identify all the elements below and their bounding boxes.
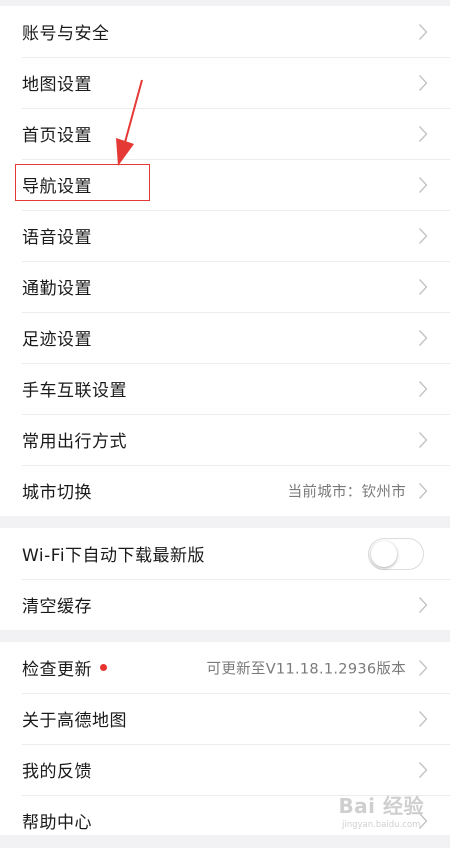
bottom-edge xyxy=(0,835,450,848)
settings-item-clear-cache[interactable]: 清空缓存 xyxy=(0,579,450,630)
chevron-right-icon xyxy=(418,596,428,613)
settings-item-wifi-auto-download: Wi-Fi下自动下载最新版 xyxy=(0,528,450,579)
chevron-right-icon xyxy=(418,176,428,193)
settings-item-label: 关于高德地图 xyxy=(22,711,127,731)
settings-item-label: 常用出行方式 xyxy=(22,432,127,452)
settings-item-commute-settings[interactable]: 通勤设置 xyxy=(0,261,450,312)
settings-item-label: 语音设置 xyxy=(22,228,92,248)
settings-item-car-link-settings[interactable]: 手车互联设置 xyxy=(0,363,450,414)
settings-item-about[interactable]: 关于高德地图 xyxy=(0,693,450,744)
chevron-right-icon xyxy=(418,380,428,397)
settings-item-label: 导航设置 xyxy=(22,177,92,197)
settings-item-label: 检查更新 xyxy=(22,660,92,680)
settings-item-label: 通勤设置 xyxy=(22,279,92,299)
update-version-value: 可更新至V11.18.1.2936版本 xyxy=(206,661,406,677)
settings-group-download: Wi-Fi下自动下载最新版 清空缓存 xyxy=(0,528,450,630)
settings-item-label: 城市切换 xyxy=(22,483,92,503)
wifi-download-toggle[interactable] xyxy=(368,537,424,570)
settings-item-label: 帮助中心 xyxy=(22,813,92,833)
current-city-value: 当前城市：钦州市 xyxy=(287,484,406,500)
settings-item-label: 我的反馈 xyxy=(22,762,92,782)
chevron-right-icon xyxy=(418,329,428,346)
chevron-right-icon xyxy=(418,659,428,676)
settings-item-map-settings[interactable]: 地图设置 xyxy=(0,57,450,108)
chevron-right-icon xyxy=(418,431,428,448)
settings-item-label: 地图设置 xyxy=(22,75,92,95)
chevron-right-icon xyxy=(418,278,428,295)
chevron-right-icon xyxy=(418,812,428,829)
settings-item-home-settings[interactable]: 首页设置 xyxy=(0,108,450,159)
chevron-right-icon xyxy=(418,710,428,727)
settings-item-label: 手车互联设置 xyxy=(22,381,127,401)
settings-item-city-switch[interactable]: 城市切换 当前城市：钦州市 xyxy=(0,465,450,516)
chevron-right-icon xyxy=(418,761,428,778)
settings-item-navigation-settings[interactable]: 导航设置 xyxy=(0,159,450,210)
settings-item-label: 足迹设置 xyxy=(22,330,92,350)
settings-item-feedback[interactable]: 我的反馈 xyxy=(0,744,450,795)
settings-group-main: 账号与安全 地图设置 首页设置 导航设置 语音设置 通勤设置 足迹设置 手车互联… xyxy=(0,6,450,516)
chevron-right-icon xyxy=(418,74,428,91)
chevron-right-icon xyxy=(418,227,428,244)
settings-item-label: 账号与安全 xyxy=(22,24,110,44)
settings-item-voice-settings[interactable]: 语音设置 xyxy=(0,210,450,261)
chevron-right-icon xyxy=(418,125,428,142)
settings-item-footprint-settings[interactable]: 足迹设置 xyxy=(0,312,450,363)
chevron-right-icon xyxy=(418,482,428,499)
update-badge-dot xyxy=(100,664,107,671)
settings-item-label: Wi-Fi下自动下载最新版 xyxy=(22,546,206,566)
settings-item-label: 清空缓存 xyxy=(22,597,92,617)
settings-item-account-security[interactable]: 账号与安全 xyxy=(0,6,450,57)
settings-group-about: 检查更新 可更新至V11.18.1.2936版本 关于高德地图 我的反馈 帮助中… xyxy=(0,642,450,846)
settings-item-check-update[interactable]: 检查更新 可更新至V11.18.1.2936版本 xyxy=(0,642,450,693)
chevron-right-icon xyxy=(418,23,428,40)
settings-item-travel-mode[interactable]: 常用出行方式 xyxy=(0,414,450,465)
settings-item-label: 首页设置 xyxy=(22,126,92,146)
toggle-knob xyxy=(371,540,397,567)
